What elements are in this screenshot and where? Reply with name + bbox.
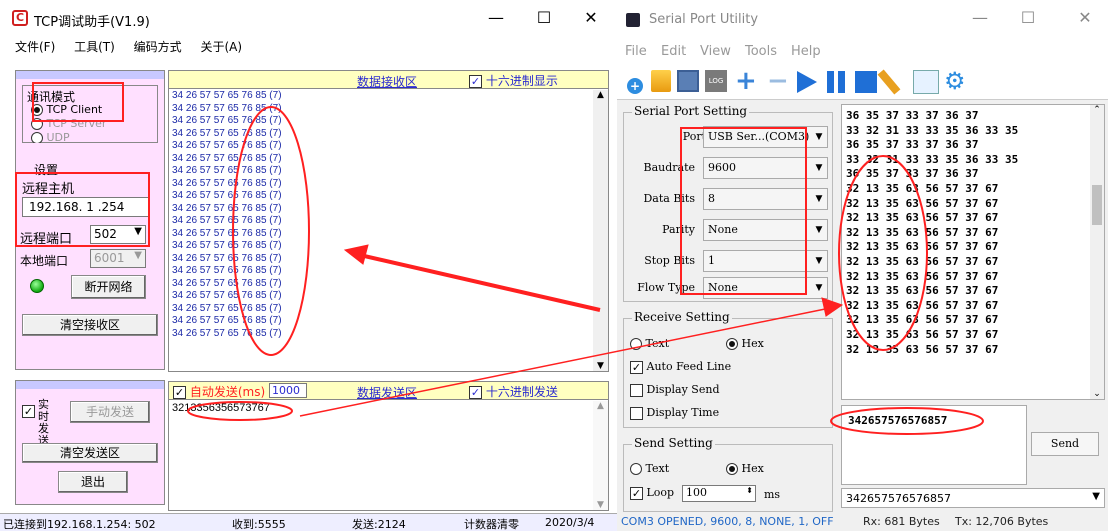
annotation-arrow-to-tcp [359,253,601,312]
annotation-overlay [187,106,984,435]
annotation-line-send [299,306,836,417]
annotation-ellipse-tcp-receive [232,106,310,356]
annotation-arrowhead-tcp [343,244,369,265]
annotation-arrowhead-serial [821,297,844,317]
annotation-ellipse-serial-send [830,407,984,435]
annotation-ellipse-serial-receive [838,155,928,351]
annotation-box-serial-settings [680,127,807,295]
annotation-ellipse-tcp-send [187,401,293,421]
